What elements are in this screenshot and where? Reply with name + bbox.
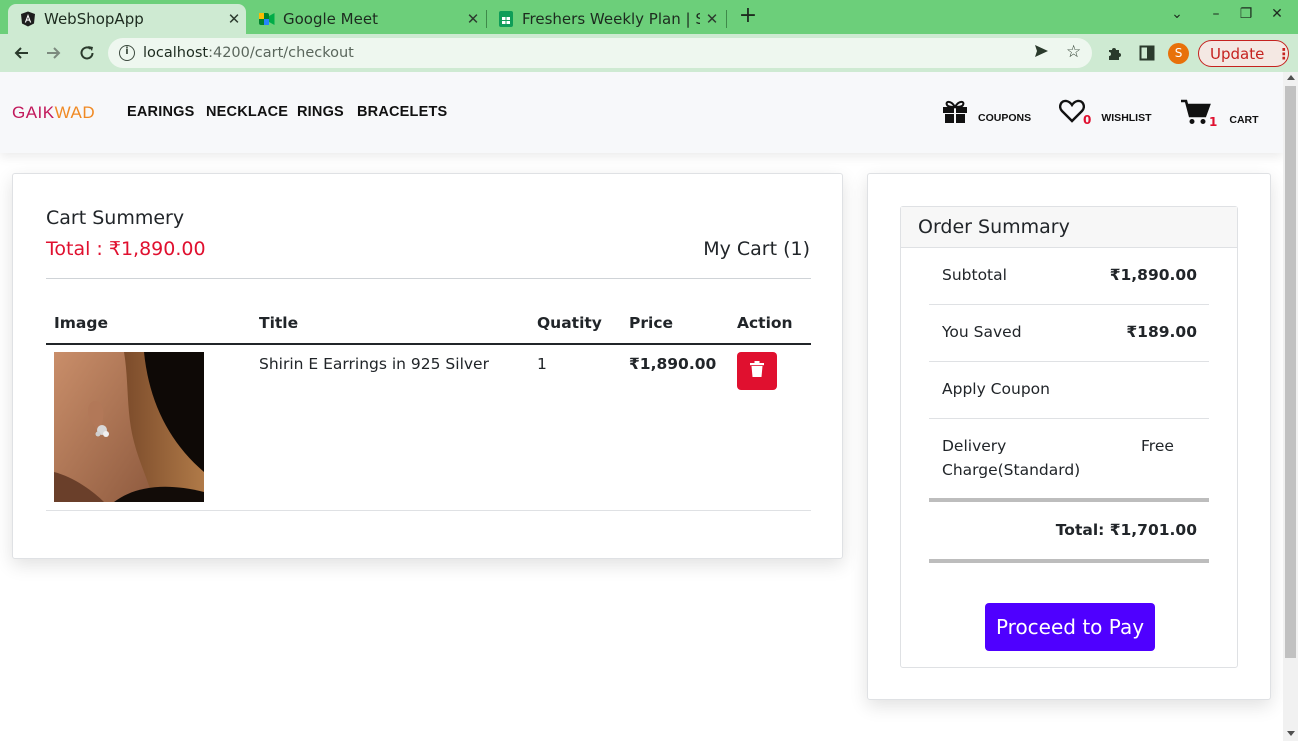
reload-icon[interactable]	[75, 41, 99, 65]
browser-tab-google-meet[interactable]: Google Meet ✕	[247, 4, 485, 34]
order-summary-title: Order Summary	[918, 216, 1070, 238]
column-header-action: Action	[737, 314, 793, 332]
cart-total: Total : ₹1,890.00	[46, 238, 206, 260]
delivery-label: Delivery	[942, 437, 1007, 455]
browser-tab-bar: WebShopApp ✕ Google Meet ✕ Freshers Week…	[0, 0, 1298, 34]
scroll-up-arrow-icon[interactable]	[1287, 75, 1295, 80]
browser-toolbar: i localhost:4200/cart/checkout ☆ S Updat…	[0, 34, 1298, 72]
tab-title: WebShopApp	[44, 10, 144, 28]
thick-divider	[929, 498, 1209, 502]
url-host: localhost	[143, 45, 209, 61]
address-bar[interactable]: i localhost:4200/cart/checkout ☆	[108, 38, 1092, 68]
delivery-label-line2: Charge(Standard)	[942, 461, 1081, 479]
column-header-title: Title	[259, 314, 299, 332]
proceed-to-pay-button[interactable]: Proceed to Pay	[985, 603, 1155, 651]
close-tab-icon[interactable]: ✕	[700, 10, 724, 28]
new-tab-button[interactable]: +	[736, 5, 760, 29]
coupons-link[interactable]: COUPONS	[942, 99, 1031, 127]
google-sheets-icon	[498, 11, 514, 27]
item-title[interactable]: Shirin E Earrings in 925 Silver	[259, 355, 489, 373]
close-window-icon[interactable]: ✕	[1265, 6, 1289, 22]
saved-value: ₹189.00	[1126, 323, 1197, 341]
update-button[interactable]: Update ⋮	[1198, 40, 1292, 67]
send-icon[interactable]	[1034, 44, 1049, 62]
table-header-border	[46, 343, 811, 345]
subtotal-label: Subtotal	[942, 266, 1007, 284]
product-image	[54, 352, 204, 502]
close-tab-icon[interactable]: ✕	[461, 10, 485, 28]
subtotal-value: ₹1,890.00	[1109, 266, 1197, 284]
cart-count: 1	[1209, 115, 1218, 129]
update-label: Update	[1210, 44, 1265, 63]
heart-icon	[1059, 99, 1085, 127]
nav-link-necklace[interactable]: NECKLACE	[206, 104, 288, 120]
profile-avatar[interactable]: S	[1168, 43, 1189, 64]
delivery-value: Free	[1141, 437, 1174, 455]
tab-title: Freshers Weekly Plan | Sh	[522, 10, 700, 28]
side-panel-icon[interactable]	[1138, 44, 1156, 62]
browser-tab-freshers-weekly-plan[interactable]: Freshers Weekly Plan | Sh ✕	[486, 4, 724, 34]
order-summary-box: Order Summary Subtotal ₹1,890.00 You Sav…	[900, 206, 1238, 668]
cart-summary-card: Cart Summery Total : ₹1,890.00 My Cart (…	[12, 173, 843, 559]
row-divider	[46, 510, 811, 511]
shopping-cart-icon	[1181, 99, 1211, 129]
column-header-image: Image	[54, 314, 108, 332]
more-menu-icon: ⋮	[1276, 44, 1292, 63]
divider	[929, 361, 1209, 362]
web-page: GAIKWAD EARINGS NECKLACE RINGS BRACELETS…	[0, 72, 1283, 741]
nav-link-earings[interactable]: EARINGS	[127, 104, 194, 120]
trash-icon	[750, 361, 764, 381]
tab-separator	[726, 10, 727, 28]
minimize-icon[interactable]: –	[1204, 6, 1228, 22]
divider	[929, 418, 1209, 419]
brand-logo[interactable]: GAIKWAD	[12, 103, 95, 123]
wishlist-label: WISHLIST	[1101, 112, 1152, 124]
cart-summary-title: Cart Summery	[46, 207, 185, 229]
item-price: ₹1,890.00	[629, 355, 717, 373]
column-header-quantity: Quatity	[537, 314, 602, 332]
wishlist-link[interactable]: 0 WISHLIST	[1059, 99, 1152, 127]
tab-search-chevron-icon[interactable]: ⌄	[1165, 6, 1189, 22]
site-info-icon[interactable]: i	[119, 45, 135, 61]
delete-item-button[interactable]	[737, 352, 777, 390]
divider	[46, 278, 811, 279]
scroll-down-arrow-icon[interactable]	[1287, 731, 1295, 736]
google-meet-icon	[259, 11, 275, 27]
extensions-puzzle-icon[interactable]	[1106, 44, 1124, 62]
apply-coupon-link[interactable]: Apply Coupon	[942, 380, 1050, 398]
restore-icon[interactable]: ❐	[1234, 6, 1258, 22]
order-total: Total: ₹1,701.00	[1055, 521, 1197, 539]
scrollbar-thumb[interactable]	[1285, 86, 1296, 658]
nav-link-rings[interactable]: RINGS	[297, 104, 344, 120]
divider	[929, 304, 1209, 305]
back-arrow-icon[interactable]	[9, 41, 33, 65]
tab-title: Google Meet	[283, 10, 378, 28]
forward-arrow-icon[interactable]	[42, 41, 66, 65]
my-cart-count: My Cart (1)	[703, 238, 810, 260]
cart-link[interactable]: 1 CART	[1181, 99, 1259, 129]
wishlist-count: 0	[1083, 113, 1092, 127]
gift-icon	[942, 99, 968, 127]
url-path: :4200/cart/checkout	[208, 45, 354, 61]
thick-divider	[929, 559, 1209, 563]
browser-tab-webshopapp[interactable]: WebShopApp ✕	[8, 4, 246, 34]
angular-icon	[20, 11, 36, 27]
order-summary-header: Order Summary	[901, 207, 1237, 248]
item-quantity: 1	[537, 355, 547, 373]
bookmark-star-icon[interactable]: ☆	[1066, 42, 1081, 62]
saved-label: You Saved	[942, 323, 1022, 341]
close-tab-icon[interactable]: ✕	[222, 10, 246, 28]
nav-link-bracelets[interactable]: BRACELETS	[357, 104, 447, 120]
cart-label: CART	[1229, 114, 1259, 126]
column-header-price: Price	[629, 314, 674, 332]
order-summary-card: Order Summary Subtotal ₹1,890.00 You Sav…	[867, 173, 1271, 700]
site-navbar: GAIKWAD EARINGS NECKLACE RINGS BRACELETS…	[0, 72, 1283, 153]
coupons-label: COUPONS	[978, 112, 1032, 124]
